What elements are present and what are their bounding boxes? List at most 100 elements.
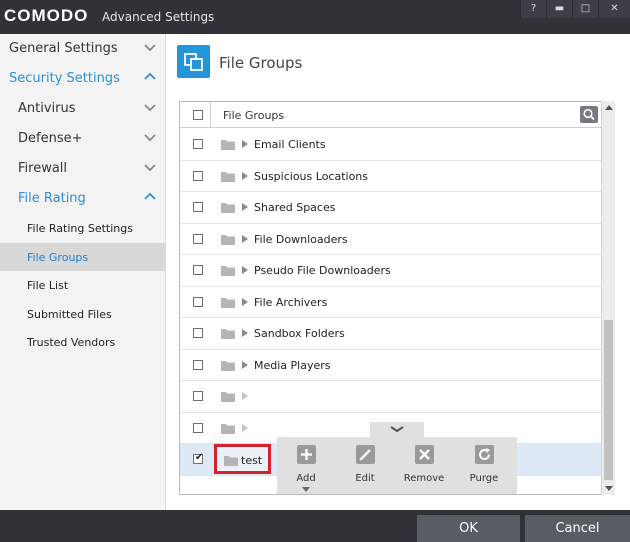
sidebar-item-submitted-files[interactable]: Submitted Files bbox=[0, 300, 165, 329]
search-icon bbox=[583, 108, 595, 121]
scrollbar-thumb[interactable] bbox=[604, 320, 613, 480]
row-label: File Downloaders bbox=[254, 232, 348, 246]
file-groups-glyph-icon bbox=[184, 53, 203, 71]
sidebar-item-label: File Rating Settings bbox=[27, 222, 133, 235]
expand-arrow-icon[interactable] bbox=[242, 266, 248, 274]
row-checkbox[interactable] bbox=[193, 139, 203, 149]
chevron-down-icon bbox=[144, 134, 156, 142]
edit-button[interactable]: Edit bbox=[340, 443, 390, 493]
sidebar-item-general-settings[interactable]: General Settings bbox=[0, 34, 165, 64]
folder-icon bbox=[224, 456, 238, 466]
table-row[interactable]: Suspicious Locations bbox=[180, 161, 602, 192]
expand-arrow-icon[interactable] bbox=[242, 329, 248, 337]
expand-arrow-icon[interactable] bbox=[242, 203, 248, 211]
maximize-button[interactable]: □ bbox=[572, 0, 598, 18]
sidebar-item-firewall[interactable]: Firewall bbox=[0, 154, 165, 184]
sidebar-item-label: Antivirus bbox=[18, 101, 76, 116]
folder-icon bbox=[221, 171, 235, 182]
folder-icon bbox=[221, 360, 235, 371]
ok-button[interactable]: OK bbox=[417, 515, 520, 542]
row-checkbox[interactable] bbox=[193, 265, 203, 275]
row-label: Pseudo File Downloaders bbox=[254, 264, 391, 277]
purge-button[interactable]: Purge bbox=[459, 443, 509, 493]
add-button[interactable]: Add bbox=[281, 443, 331, 493]
footer-bar: OK Cancel bbox=[0, 510, 630, 542]
row-label: Suspicious Locations bbox=[254, 169, 369, 183]
row-label: Shared Spaces bbox=[254, 201, 336, 214]
sidebar-item-trusted-vendors[interactable]: Trusted Vendors bbox=[0, 328, 165, 357]
vertical-scrollbar[interactable] bbox=[601, 101, 615, 495]
folder-icon bbox=[221, 234, 235, 245]
folder-icon bbox=[221, 266, 235, 276]
minimize-button[interactable]: ▬ bbox=[546, 0, 572, 18]
table-row[interactable]: Sandbox Folders bbox=[180, 318, 602, 350]
expand-arrow-icon[interactable] bbox=[242, 297, 248, 306]
sidebar-item-file-groups[interactable]: File Groups bbox=[0, 242, 165, 271]
chevron-down-icon bbox=[144, 44, 156, 52]
add-label: Add bbox=[296, 473, 316, 484]
sidebar-item-file-rating[interactable]: File Rating bbox=[0, 184, 165, 214]
file-groups-icon bbox=[177, 45, 210, 78]
toolbar-collapse-tab[interactable] bbox=[370, 422, 424, 438]
row-label: Media Players bbox=[254, 358, 331, 372]
row-checkbox[interactable] bbox=[193, 328, 203, 338]
remove-button[interactable]: Remove bbox=[399, 443, 449, 493]
expand-arrow-icon[interactable] bbox=[242, 423, 248, 432]
search-button[interactable] bbox=[580, 106, 598, 123]
folder-icon bbox=[221, 329, 235, 339]
folder-icon bbox=[221, 140, 235, 150]
page-title: File Groups bbox=[219, 54, 303, 72]
select-all-checkbox[interactable] bbox=[193, 110, 203, 120]
row-checkbox[interactable] bbox=[193, 422, 203, 433]
column-header-file-groups: File Groups bbox=[223, 109, 285, 122]
row-label: File Archivers bbox=[254, 295, 328, 309]
sidebar-item-label: File Rating bbox=[18, 191, 86, 206]
app-logo: COMODO bbox=[4, 6, 89, 25]
sidebar-item-antivirus[interactable]: Antivirus bbox=[0, 94, 165, 124]
chevron-down-icon bbox=[144, 104, 156, 112]
row-checkbox-checked[interactable]: ✔ bbox=[193, 452, 203, 464]
help-button[interactable]: ? bbox=[520, 0, 546, 18]
folder-icon bbox=[221, 203, 235, 213]
folder-icon bbox=[221, 423, 235, 434]
sidebar-item-security-settings[interactable]: Security Settings bbox=[0, 64, 165, 94]
expand-arrow-icon[interactable] bbox=[242, 392, 248, 400]
table-row[interactable]: File Downloaders bbox=[180, 224, 602, 255]
row-checkbox[interactable] bbox=[193, 391, 203, 401]
table-row[interactable]: File Archivers bbox=[180, 287, 602, 318]
remove-label: Remove bbox=[403, 473, 445, 484]
close-button[interactable]: ✕ bbox=[598, 0, 630, 18]
highlighted-test-item[interactable]: test bbox=[214, 444, 271, 474]
expand-arrow-icon[interactable] bbox=[242, 360, 248, 369]
row-checkbox[interactable] bbox=[193, 359, 203, 370]
table-row[interactable]: Media Players bbox=[180, 350, 602, 381]
expand-arrow-icon[interactable] bbox=[242, 234, 248, 243]
folder-icon bbox=[221, 392, 235, 402]
chevron-down-icon bbox=[390, 426, 404, 433]
cancel-button[interactable]: Cancel bbox=[525, 515, 630, 542]
row-checkbox[interactable] bbox=[193, 170, 203, 181]
table-row[interactable]: Email Clients bbox=[180, 129, 602, 161]
window-controls: ? ▬ □ ✕ bbox=[520, 0, 630, 18]
row-checkbox[interactable] bbox=[193, 202, 203, 212]
expand-arrow-icon[interactable] bbox=[242, 171, 248, 180]
row-label: test bbox=[241, 454, 263, 467]
sidebar-item-label: Submitted Files bbox=[27, 307, 112, 321]
row-checkbox[interactable] bbox=[193, 296, 203, 307]
expand-arrow-icon[interactable] bbox=[242, 140, 248, 148]
table-row[interactable]: Pseudo File Downloaders bbox=[180, 255, 602, 287]
pencil-icon bbox=[356, 445, 375, 464]
row-label: Email Clients bbox=[254, 138, 326, 151]
scroll-down-arrow-icon[interactable] bbox=[605, 486, 613, 491]
column-divider bbox=[210, 102, 211, 128]
sidebar-item-file-rating-settings[interactable]: File Rating Settings bbox=[0, 214, 165, 243]
dropdown-arrow-icon bbox=[302, 487, 310, 492]
sidebar-item-label: Firewall bbox=[18, 161, 68, 176]
row-checkbox[interactable] bbox=[193, 233, 203, 244]
scroll-up-arrow-icon[interactable] bbox=[605, 105, 613, 110]
table-header: File Groups bbox=[180, 102, 614, 128]
table-row[interactable]: Shared Spaces bbox=[180, 192, 602, 224]
table-row[interactable] bbox=[180, 381, 602, 413]
sidebar-item-defense[interactable]: Defense+ bbox=[0, 124, 165, 154]
sidebar-item-file-list[interactable]: File List bbox=[0, 271, 165, 300]
